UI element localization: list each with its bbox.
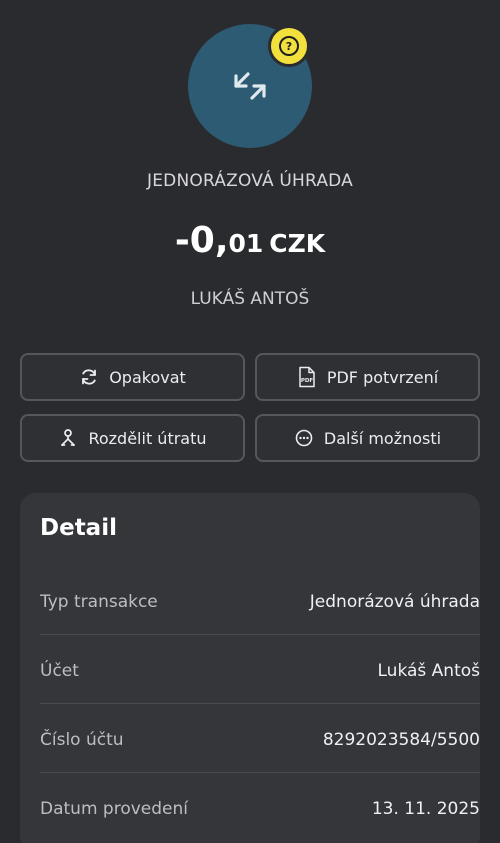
more-dots-icon <box>294 428 314 448</box>
transaction-detail-screen: ? JEDNORÁZOVÁ ÚHRADA -0,01 CZK LUKÁŠ ANTO… <box>0 0 500 843</box>
detail-row-value: Lukáš Antoš <box>377 660 481 681</box>
detail-row-transaction-type: Typ transakce Jednorázová úhrada <box>40 567 480 636</box>
detail-divider <box>40 634 480 635</box>
amount-currency: CZK <box>269 229 326 258</box>
detail-card-title: Detail <box>40 515 117 541</box>
detail-row-value: Jednorázová úhrada <box>309 591 480 612</box>
pdf-confirmation-button[interactable]: PDF PDF potvrzení <box>255 353 480 401</box>
transaction-amount: -0,01 CZK <box>0 220 500 261</box>
detail-row-label: Typ transakce <box>40 591 158 612</box>
split-person-icon <box>58 428 78 448</box>
transaction-type-label: JEDNORÁZOVÁ ÚHRADA <box>147 171 353 191</box>
help-badge[interactable]: ? <box>268 25 310 67</box>
detail-row-label: Účet <box>40 660 79 681</box>
pdf-confirmation-button-label: PDF potvrzení <box>326 367 439 387</box>
detail-row-value: 8292023584/5500 <box>322 729 480 750</box>
counterparty-name: LUKÁŠ ANTOŠ <box>190 289 310 309</box>
pdf-file-icon: PDF <box>297 366 317 388</box>
detail-card: Detail Typ transakce Jednorázová úhrada … <box>20 493 480 843</box>
detail-row-account: Účet Lukáš Antoš <box>40 636 480 705</box>
amount-whole: -0, <box>174 220 229 261</box>
repeat-button[interactable]: Opakovat <box>20 353 245 401</box>
more-options-button[interactable]: Další možnosti <box>255 414 480 462</box>
split-expense-button-label: Rozdělit útratu <box>88 428 207 448</box>
repeat-button-label: Opakovat <box>109 367 186 387</box>
split-expense-button[interactable]: Rozdělit útratu <box>20 414 245 462</box>
detail-row-execution-date: Datum provedení 13. 11. 2025 <box>40 774 480 843</box>
detail-row-label: Datum provedení <box>40 798 188 819</box>
detail-row-value: 13. 11. 2025 <box>371 798 480 819</box>
svg-text:PDF: PDF <box>301 378 314 384</box>
transfer-arrows-icon <box>234 72 266 100</box>
more-options-button-label: Další možnosti <box>323 428 442 448</box>
amount-decimal: 01 <box>228 229 264 258</box>
question-icon: ? <box>279 36 299 56</box>
detail-row-account-number: Číslo účtu 8292023584/5500 <box>40 705 480 774</box>
detail-row-label: Číslo účtu <box>40 729 124 750</box>
detail-divider <box>40 772 480 773</box>
refresh-icon <box>79 367 99 387</box>
detail-divider <box>40 703 480 704</box>
